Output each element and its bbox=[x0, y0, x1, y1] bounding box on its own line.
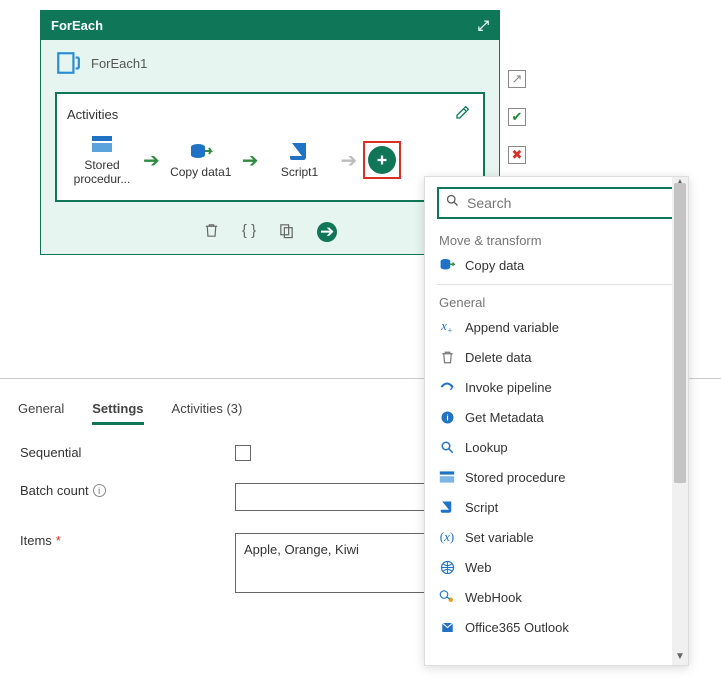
activity-option-label: Office365 Outlook bbox=[465, 620, 569, 635]
sequential-label: Sequential bbox=[20, 445, 235, 460]
activity-option-lookup[interactable]: Lookup bbox=[425, 432, 688, 462]
activity-option-label: Invoke pipeline bbox=[465, 380, 552, 395]
go-icon[interactable]: ➔ bbox=[317, 222, 337, 242]
info-icon: i bbox=[439, 409, 455, 425]
hook-icon bbox=[439, 589, 455, 605]
expand-icon[interactable]: ⤢ bbox=[478, 17, 489, 34]
activity-option-get-metadata[interactable]: i Get Metadata bbox=[425, 402, 688, 432]
add-activity-button[interactable] bbox=[368, 146, 396, 174]
xplus-icon: x+ bbox=[439, 319, 455, 335]
activity-label: Stored procedur... bbox=[67, 158, 137, 186]
activity-option-label: Delete data bbox=[465, 350, 532, 365]
activity-option-append-variable[interactable]: x+ Append variable bbox=[425, 312, 688, 342]
tab-activities[interactable]: Activities (3) bbox=[172, 395, 243, 425]
activity-label: Script1 bbox=[281, 165, 318, 179]
activity-script[interactable]: Script1 bbox=[265, 141, 335, 179]
side-status-column: ↗ ✔ ✖ bbox=[508, 70, 526, 164]
activity-option-copy-data[interactable]: Copy data bbox=[425, 250, 688, 280]
tab-settings[interactable]: Settings bbox=[92, 395, 143, 425]
foreach-title-row: ForEach1 bbox=[41, 40, 499, 82]
activity-search-input[interactable] bbox=[437, 187, 676, 219]
activity-list: Move & transform Copy data General x+ Append… bbox=[425, 227, 688, 642]
foreach-header-title: ForEach bbox=[51, 18, 103, 33]
scroll-thumb[interactable] bbox=[674, 183, 686, 483]
activity-option-web[interactable]: Web bbox=[425, 552, 688, 582]
activity-option-invoke-pipeline[interactable]: Invoke pipeline bbox=[425, 372, 688, 402]
activity-option-label: Append variable bbox=[465, 320, 559, 335]
activity-option-stored-procedure[interactable]: Stored procedure bbox=[425, 462, 688, 492]
setvar-icon: (x) bbox=[439, 529, 455, 545]
separator bbox=[437, 284, 676, 285]
pipeline-row: Stored procedur... ➔ Copy data1 ➔ Script… bbox=[67, 134, 473, 186]
activity-option-office365-outlook[interactable]: Office365 Outlook bbox=[425, 612, 688, 642]
search-icon bbox=[439, 439, 455, 455]
copy-icon bbox=[439, 257, 455, 273]
scrollbar[interactable]: ▲ ▼ bbox=[672, 177, 688, 665]
add-activity-highlight bbox=[363, 141, 401, 179]
items-text: Items bbox=[20, 533, 52, 548]
activity-option-label: Copy data bbox=[465, 258, 524, 273]
delete-icon[interactable] bbox=[203, 222, 220, 244]
trash-icon bbox=[439, 349, 455, 365]
activity-label: Copy data1 bbox=[170, 165, 231, 179]
required-asterisk: * bbox=[56, 533, 61, 548]
activity-option-label: Web bbox=[465, 560, 492, 575]
items-label: Items * bbox=[20, 533, 235, 548]
arrow-icon: ➔ bbox=[341, 148, 358, 173]
copy-data-icon bbox=[189, 141, 213, 161]
copy-icon[interactable] bbox=[278, 222, 295, 244]
activity-option-webhook[interactable]: WebHook bbox=[425, 582, 688, 612]
stored-procedure-icon bbox=[90, 134, 114, 154]
status-fail-icon[interactable]: ✖ bbox=[508, 146, 526, 164]
activity-option-label: Script bbox=[465, 500, 498, 515]
activity-option-label: WebHook bbox=[465, 590, 522, 605]
group-header: Move & transform bbox=[425, 227, 688, 250]
activities-label: Activities bbox=[67, 107, 118, 122]
activity-option-set-variable[interactable]: (x) Set variable bbox=[425, 522, 688, 552]
batch-count-text: Batch count bbox=[20, 483, 89, 498]
edit-activities-icon[interactable] bbox=[453, 102, 473, 126]
tab-general[interactable]: General bbox=[18, 395, 64, 425]
o365-icon bbox=[439, 619, 455, 635]
status-pending-icon[interactable]: ↗ bbox=[508, 70, 526, 88]
pipe-icon bbox=[439, 379, 455, 395]
activity-option-script[interactable]: Script bbox=[425, 492, 688, 522]
script-icon bbox=[439, 499, 455, 515]
scroll-down-icon[interactable]: ▼ bbox=[672, 651, 688, 665]
foreach-icon bbox=[55, 50, 81, 76]
activity-copy-data[interactable]: Copy data1 bbox=[166, 141, 236, 179]
batch-count-label: Batch count i bbox=[20, 483, 235, 498]
sp-icon bbox=[439, 469, 455, 485]
activities-box: Activities Stored procedur... ➔ Copy dat… bbox=[55, 92, 485, 202]
group-header: General bbox=[425, 289, 688, 312]
search-icon bbox=[445, 193, 460, 211]
activity-picker-panel: Move & transform Copy data General x+ Append… bbox=[424, 176, 689, 666]
activity-option-label: Stored procedure bbox=[465, 470, 565, 485]
arrow-icon: ➔ bbox=[242, 148, 259, 173]
activity-option-label: Lookup bbox=[465, 440, 508, 455]
script-icon bbox=[288, 141, 312, 161]
braces-icon[interactable]: { } bbox=[242, 222, 256, 244]
activity-option-delete-data[interactable]: Delete data bbox=[425, 342, 688, 372]
svg-text:i: i bbox=[446, 413, 448, 422]
foreach-header: ForEach ⤢ bbox=[41, 11, 499, 40]
web-icon bbox=[439, 559, 455, 575]
foreach-node-title: ForEach1 bbox=[91, 56, 147, 71]
activity-option-label: Get Metadata bbox=[465, 410, 544, 425]
sequential-checkbox[interactable] bbox=[235, 445, 251, 461]
arrow-icon: ➔ bbox=[143, 148, 160, 173]
status-success-icon[interactable]: ✔ bbox=[508, 108, 526, 126]
activity-stored-procedure[interactable]: Stored procedur... bbox=[67, 134, 137, 186]
activity-option-label: Set variable bbox=[465, 530, 534, 545]
info-icon[interactable]: i bbox=[93, 484, 106, 497]
